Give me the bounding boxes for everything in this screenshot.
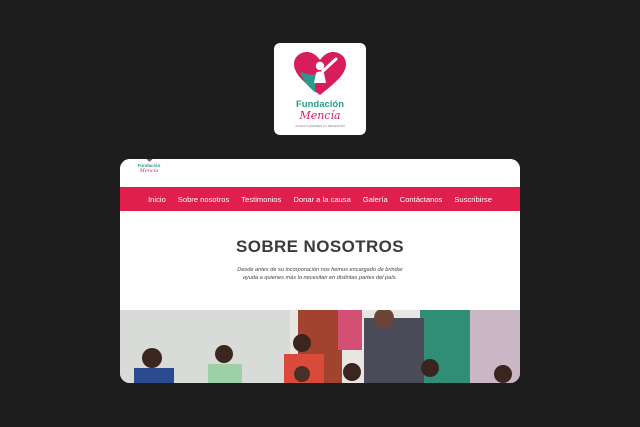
about-text-line-1: Desde antes de su incorporación nos hemo… xyxy=(237,267,403,273)
logo-script-name: Mencía xyxy=(299,109,341,122)
children-group-photo xyxy=(120,310,520,383)
about-text-line-2: ayuda a quienes más lo necesitan en dist… xyxy=(242,275,398,281)
nav-suscribirse[interactable]: Suscribirse xyxy=(454,195,492,204)
foundation-logo-card: Fundación Mencía AYUDA A QUIENES LO NECE… xyxy=(274,43,366,135)
logo-tagline: AYUDA A QUIENES LO NECESITAN xyxy=(295,124,345,128)
website-preview: Fundación Mencía Inicio Sobre nosotros T… xyxy=(120,159,520,383)
nav-galeria[interactable]: Galería xyxy=(363,195,388,204)
header-logo[interactable]: Fundación Mencía xyxy=(134,159,164,178)
nav-testimonios[interactable]: Testimonios xyxy=(241,195,281,204)
header-logo-script: Mencía xyxy=(139,168,159,174)
nav-sobre-nosotros[interactable]: Sobre nosotros xyxy=(178,195,230,204)
site-header: Fundación Mencía xyxy=(120,159,520,187)
about-title: SOBRE NOSOTROS xyxy=(235,237,405,256)
nav-inicio[interactable]: Inicio xyxy=(148,195,166,204)
nav-contactanos[interactable]: Contáctanos xyxy=(400,195,443,204)
mini-heart-icon xyxy=(146,159,153,162)
main-nav: Inicio Sobre nosotros Testimonios Donar … xyxy=(120,187,520,211)
heart-logo-icon xyxy=(294,52,346,95)
nav-donar[interactable]: Donar a la causa xyxy=(293,195,350,204)
about-description: Desde antes de su incorporación nos hemo… xyxy=(220,266,420,282)
